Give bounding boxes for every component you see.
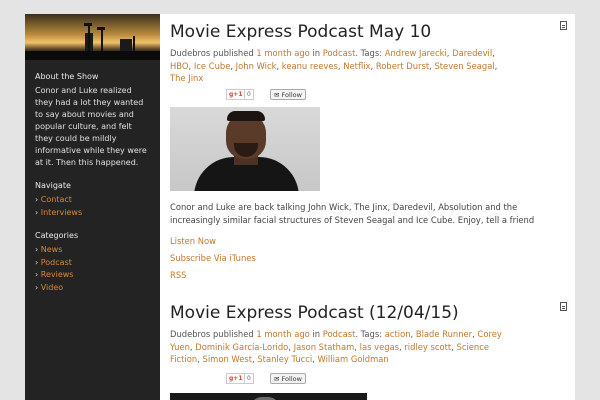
- tag-link[interactable]: HBO: [170, 61, 189, 71]
- post-image[interactable]: [170, 392, 367, 400]
- post-in-label: in: [312, 329, 321, 339]
- category-item-video: › Video: [35, 282, 150, 295]
- share-bar: g+1 0 ✉ Follow: [170, 372, 570, 387]
- category-link-podcast[interactable]: Podcast: [41, 258, 72, 267]
- tag-link[interactable]: keanu reeves: [282, 61, 338, 71]
- post-author: Dudebros: [170, 329, 211, 339]
- about-text: Conor and Luke realized they had a lot t…: [35, 86, 147, 167]
- post-published-label: published: [212, 48, 254, 58]
- tag-link[interactable]: Steven Seagal: [434, 61, 494, 71]
- post-published-label: published: [212, 329, 254, 339]
- post-title-text[interactable]: Movie Express Podcast May 10: [170, 22, 431, 42]
- tag-link[interactable]: The Jinx: [170, 73, 203, 83]
- bullet: ›: [35, 207, 39, 217]
- post-image[interactable]: [170, 106, 320, 191]
- post-meta: Dudebros published 1 month ago in Podcas…: [170, 329, 502, 364]
- header-image[interactable]: [25, 14, 160, 60]
- category-link-reviews[interactable]: Reviews: [41, 270, 74, 279]
- categories-list: › News › Podcast › Reviews › Video: [35, 244, 150, 294]
- ground-shape: [25, 51, 160, 60]
- tag-link[interactable]: action: [385, 329, 411, 339]
- tag-link[interactable]: Stanley Tucci: [257, 354, 312, 364]
- tag-link[interactable]: William Goldman: [318, 354, 389, 364]
- navigate-list: › Contact › Interviews: [35, 194, 150, 219]
- bullet: ›: [35, 270, 39, 279]
- post-links: Listen Now Subscribe Via iTunes RSS: [170, 233, 570, 284]
- follow-label: Follow: [281, 90, 302, 99]
- bullet: ›: [35, 195, 39, 204]
- bullet: ›: [35, 257, 39, 267]
- bullet: ›: [35, 245, 39, 254]
- subscribe-itunes-link[interactable]: Subscribe Via iTunes: [170, 250, 570, 267]
- post-time-link[interactable]: 1 month ago: [256, 329, 309, 339]
- post-time-link[interactable]: 1 month ago: [256, 48, 309, 58]
- navigate-title: Navigate: [35, 181, 71, 190]
- document-icon[interactable]: [560, 21, 567, 30]
- about-title: About the Show: [35, 72, 99, 81]
- nav-item-contact: › Contact: [35, 194, 150, 207]
- post-description: Conor and Luke are back talking John Wic…: [170, 201, 535, 225]
- post-tags-label: . Tags:: [355, 48, 383, 58]
- lamp-head: [97, 27, 105, 30]
- tag-link[interactable]: Netflix: [343, 61, 370, 71]
- post-2: Movie Express Podcast (12/04/15) Dudebro…: [170, 302, 570, 400]
- face-shape: [250, 396, 280, 400]
- tag-link[interactable]: Robert Durst: [376, 61, 429, 71]
- gplus-count: 0: [244, 88, 254, 100]
- sidebar: About the Show Conor and Luke realized t…: [25, 14, 160, 400]
- tag-link[interactable]: John Wick: [236, 61, 277, 71]
- listen-now-link[interactable]: Listen Now: [170, 233, 570, 250]
- nav-link-interviews[interactable]: Interviews: [41, 208, 82, 217]
- categories-title: Categories: [35, 231, 79, 240]
- rss-link[interactable]: RSS: [170, 267, 570, 284]
- follow-button[interactable]: ✉ Follow: [270, 372, 306, 384]
- tag-link[interactable]: las vegas: [360, 342, 399, 352]
- post-meta: Dudebros published 1 month ago in Podcas…: [170, 48, 498, 83]
- share-bar: g+1 0 ✉ Follow: [170, 88, 570, 103]
- post-in-label: in: [312, 48, 321, 58]
- post-title[interactable]: Movie Express Podcast May 10: [170, 22, 570, 42]
- category-item-news: › News: [35, 244, 150, 257]
- follow-button[interactable]: ✉ Follow: [270, 88, 306, 100]
- bullet: ›: [35, 282, 39, 292]
- envelope-icon: ✉: [274, 374, 280, 383]
- post-tags-label: . Tags:: [355, 329, 383, 339]
- category-link-news[interactable]: News: [41, 245, 63, 254]
- category-item-podcast: › Podcast: [35, 257, 150, 270]
- gplus-button[interactable]: g+1: [226, 372, 246, 384]
- nav-link-contact[interactable]: Contact: [41, 195, 72, 204]
- nav-item-interviews: › Interviews: [35, 207, 150, 220]
- post-author: Dudebros: [170, 48, 211, 58]
- envelope-icon: ✉: [274, 90, 280, 99]
- category-link-video[interactable]: Video: [41, 283, 63, 292]
- gplus-count: 0: [244, 372, 254, 384]
- post-title[interactable]: Movie Express Podcast (12/04/15): [170, 303, 570, 323]
- tag-link[interactable]: Andrew Jarecki: [385, 48, 447, 58]
- tag-link[interactable]: ridley scott: [404, 342, 451, 352]
- tag-link[interactable]: Dominik García-Lorido: [195, 342, 288, 352]
- document-icon[interactable]: [560, 302, 567, 311]
- gplus-button[interactable]: g+1: [226, 88, 246, 100]
- tag-link[interactable]: Daredevil: [452, 48, 492, 58]
- tag-link[interactable]: Blade Runner: [416, 329, 472, 339]
- lamp-head: [84, 23, 92, 26]
- category-item-reviews: › Reviews: [35, 269, 150, 282]
- post-title-text[interactable]: Movie Express Podcast (12/04/15): [170, 303, 459, 323]
- page-container: About the Show Conor and Luke realized t…: [25, 14, 575, 400]
- post-category-link[interactable]: Podcast: [323, 329, 356, 339]
- tag-link[interactable]: Ice Cube: [194, 61, 231, 71]
- tag-link[interactable]: Simon West: [203, 354, 253, 364]
- main-content: Movie Express Podcast May 10 Dudebros pu…: [170, 14, 570, 400]
- lamp-post: [88, 24, 90, 54]
- post-1: Movie Express Podcast May 10 Dudebros pu…: [170, 21, 570, 284]
- follow-label: Follow: [281, 374, 302, 383]
- hair-shape: [227, 110, 265, 121]
- tag-link[interactable]: Jason Statham: [294, 342, 355, 352]
- post-category-link[interactable]: Podcast: [323, 48, 356, 58]
